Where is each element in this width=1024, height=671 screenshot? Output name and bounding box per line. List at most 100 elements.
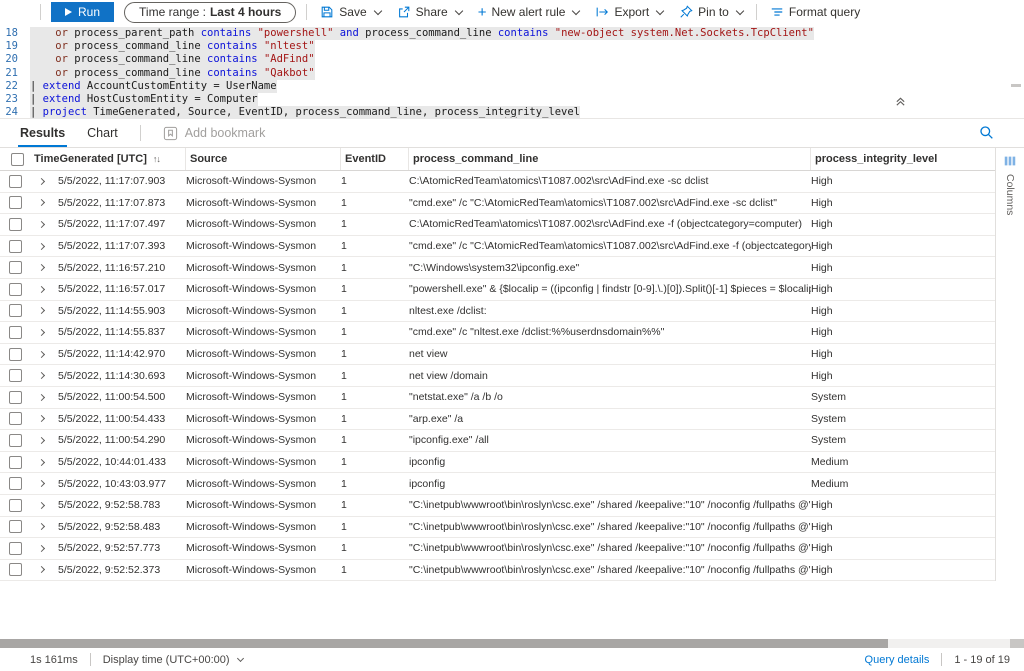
row-expand-button[interactable] <box>30 352 52 357</box>
tab-results[interactable]: Results <box>20 119 65 147</box>
row-expand-button[interactable] <box>30 265 52 270</box>
row-expand-button[interactable] <box>30 395 52 400</box>
column-header-time[interactable]: TimeGenerated [UTC] ↑↓ <box>30 148 186 170</box>
table-row[interactable]: 5/5/2022, 11:17:07.903 Microsoft-Windows… <box>0 171 995 193</box>
row-checkbox[interactable] <box>9 283 22 296</box>
table-row[interactable]: 5/5/2022, 10:44:01.433 Microsoft-Windows… <box>0 452 995 474</box>
column-header-integrity[interactable]: process_integrity_level <box>811 148 995 170</box>
row-checkbox[interactable] <box>9 477 22 490</box>
row-checkbox[interactable] <box>9 563 22 576</box>
new-alert-rule-button[interactable]: + New alert rule <box>475 5 583 20</box>
row-expand-button[interactable] <box>30 200 52 205</box>
cell-command-line: "C:\inetpub\wwwroot\bin\roslyn\csc.exe" … <box>409 499 811 511</box>
search-results-button[interactable] <box>979 125 994 143</box>
row-checkbox[interactable] <box>9 261 22 274</box>
row-checkbox[interactable] <box>9 304 22 317</box>
tab-chart[interactable]: Chart <box>87 119 118 147</box>
chevron-right-icon <box>37 286 44 293</box>
cell-source: Microsoft-Windows-Sysmon <box>186 542 341 554</box>
table-row[interactable]: 5/5/2022, 11:14:55.837 Microsoft-Windows… <box>0 322 995 344</box>
time-range-picker[interactable]: Time range : Last 4 hours <box>124 2 296 23</box>
table-row[interactable]: 5/5/2022, 11:16:57.210 Microsoft-Windows… <box>0 257 995 279</box>
table-row[interactable]: 5/5/2022, 11:00:54.433 Microsoft-Windows… <box>0 409 995 431</box>
chevron-down-icon <box>237 654 244 661</box>
table-row[interactable]: 5/5/2022, 10:43:03.977 Microsoft-Windows… <box>0 473 995 495</box>
row-checkbox[interactable] <box>9 499 22 512</box>
add-bookmark-button[interactable]: Add bookmark <box>163 126 266 141</box>
table-row[interactable]: 5/5/2022, 9:52:58.483 Microsoft-Windows-… <box>0 517 995 539</box>
table-row[interactable]: 5/5/2022, 11:17:07.497 Microsoft-Windows… <box>0 214 995 236</box>
select-all-checkbox[interactable] <box>11 153 24 166</box>
row-expand-button[interactable] <box>30 416 52 421</box>
query-details-link[interactable]: Query details <box>865 654 930 666</box>
row-expand-button[interactable] <box>30 567 52 572</box>
row-checkbox[interactable] <box>9 175 22 188</box>
table-row[interactable]: 5/5/2022, 9:52:57.773 Microsoft-Windows-… <box>0 538 995 560</box>
code-line[interactable]: 21 or process_command_line contains "Qak… <box>0 67 1024 80</box>
row-checkbox[interactable] <box>9 196 22 209</box>
table-row[interactable]: 5/5/2022, 11:00:54.290 Microsoft-Windows… <box>0 430 995 452</box>
row-expand-button[interactable] <box>30 222 52 227</box>
row-expand-button[interactable] <box>30 308 52 313</box>
row-expand-button[interactable] <box>30 503 52 508</box>
cell-source: Microsoft-Windows-Sysmon <box>186 370 341 382</box>
table-row[interactable]: 5/5/2022, 11:14:30.693 Microsoft-Windows… <box>0 365 995 387</box>
format-query-button[interactable]: Format query <box>767 5 863 19</box>
row-expand-button[interactable] <box>30 524 52 529</box>
table-row[interactable]: 5/5/2022, 11:14:55.903 Microsoft-Windows… <box>0 301 995 323</box>
editor-scrollbar[interactable] <box>1011 84 1021 87</box>
run-button[interactable]: Run <box>51 2 114 22</box>
row-expand-button[interactable] <box>30 244 52 249</box>
columns-icon[interactable] <box>1003 154 1017 168</box>
column-header-source[interactable]: Source <box>186 148 341 170</box>
row-checkbox[interactable] <box>9 240 22 253</box>
column-header-cmd[interactable]: process_command_line <box>409 148 811 170</box>
row-expand-button[interactable] <box>30 330 52 335</box>
row-expand-button[interactable] <box>30 179 52 184</box>
sort-icons[interactable]: ↑↓ <box>153 154 160 164</box>
row-checkbox[interactable] <box>9 456 22 469</box>
code-line[interactable]: 19 or process_command_line contains "nlt… <box>0 40 1024 53</box>
row-checkbox[interactable] <box>9 326 22 339</box>
row-checkbox[interactable] <box>9 434 22 447</box>
row-expand-button[interactable] <box>30 546 52 551</box>
export-button[interactable]: Export <box>592 5 666 19</box>
table-row[interactable]: 5/5/2022, 11:00:54.500 Microsoft-Windows… <box>0 387 995 409</box>
code-line[interactable]: 18 or process_parent_path contains "powe… <box>0 27 1024 40</box>
row-expand-button[interactable] <box>30 460 52 465</box>
column-header-eventid[interactable]: EventID <box>341 148 409 170</box>
table-row[interactable]: 5/5/2022, 11:17:07.393 Microsoft-Windows… <box>0 236 995 258</box>
row-expand-button[interactable] <box>30 438 52 443</box>
display-time-dropdown[interactable]: Display time (UTC+00:00) <box>103 654 243 666</box>
cell-eventid: 1 <box>341 197 409 209</box>
pin-to-button[interactable]: Pin to <box>676 5 746 19</box>
row-checkbox[interactable] <box>9 542 22 555</box>
row-checkbox[interactable] <box>9 391 22 404</box>
row-checkbox[interactable] <box>9 412 22 425</box>
table-row[interactable]: 5/5/2022, 9:52:58.783 Microsoft-Windows-… <box>0 495 995 517</box>
columns-panel-label[interactable]: Columns <box>1004 174 1016 215</box>
save-button[interactable]: Save <box>317 5 383 19</box>
table-row[interactable]: 5/5/2022, 11:14:42.970 Microsoft-Windows… <box>0 344 995 366</box>
row-checkbox[interactable] <box>9 369 22 382</box>
row-checkbox[interactable] <box>9 348 22 361</box>
row-checkbox[interactable] <box>9 520 22 533</box>
share-button[interactable]: Share <box>394 5 465 19</box>
query-editor[interactable]: 18 or process_parent_path contains "powe… <box>0 24 1024 119</box>
status-bar-left: 1s 161ms Display time (UTC+00:00) <box>0 653 243 666</box>
chevron-right-icon <box>37 480 44 487</box>
collapse-editor-icon[interactable] <box>895 94 906 112</box>
row-expand-button[interactable] <box>30 481 52 486</box>
table-row[interactable]: 5/5/2022, 11:17:07.873 Microsoft-Windows… <box>0 193 995 215</box>
table-row[interactable]: 5/5/2022, 11:16:57.017 Microsoft-Windows… <box>0 279 995 301</box>
table-row[interactable]: 5/5/2022, 9:52:52.373 Microsoft-Windows-… <box>0 560 995 582</box>
row-expand-button[interactable] <box>30 287 52 292</box>
horizontal-scrollbar[interactable] <box>0 639 1024 648</box>
share-icon <box>397 5 411 19</box>
scrollbar-thumb[interactable] <box>0 639 888 648</box>
code-line[interactable]: 22 | extend AccountCustomEntity = UserNa… <box>0 80 1024 93</box>
code-line[interactable]: 20 or process_command_line contains "AdF… <box>0 53 1024 66</box>
row-checkbox[interactable] <box>9 218 22 231</box>
row-expand-button[interactable] <box>30 373 52 378</box>
code-line[interactable]: 23 | extend HostCustomEntity = Computer <box>0 93 1024 106</box>
